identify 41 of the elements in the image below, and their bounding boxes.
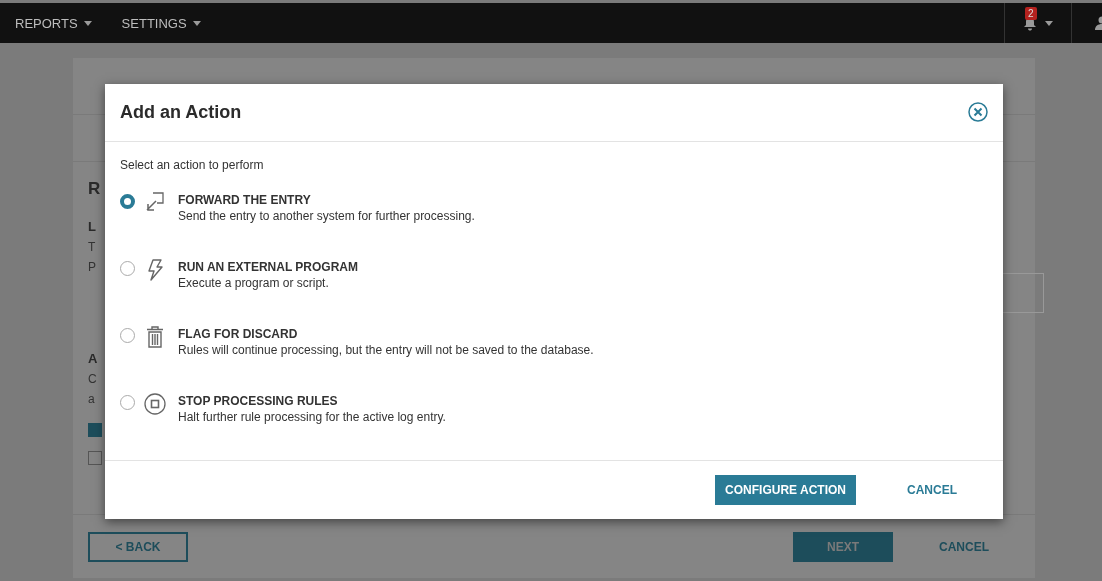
option-title: RUN AN EXTERNAL PROGRAM xyxy=(178,258,358,275)
configure-action-button[interactable]: CONFIGURE ACTION xyxy=(715,474,856,505)
prompt-text: Select an action to perform xyxy=(120,157,265,172)
nav-menu[interactable]: REPORTS xyxy=(0,15,107,31)
section-heading: R xyxy=(88,179,101,200)
checkbox[interactable] xyxy=(88,451,102,465)
label-text: L xyxy=(88,218,96,236)
caret-icon xyxy=(83,20,92,26)
description-text: a xyxy=(88,391,95,408)
nav-menu[interactable]: SETTINGS xyxy=(106,15,216,31)
notifications-button[interactable]: 2 xyxy=(1004,3,1072,43)
option-title: FORWARD THE ENTRY xyxy=(178,191,312,208)
caret-icon xyxy=(192,20,201,26)
forward-icon xyxy=(145,191,165,212)
radio-button[interactable] xyxy=(120,327,135,343)
lightning-icon xyxy=(147,258,163,281)
notification-badge: 2 xyxy=(1025,7,1037,20)
option-description: Rules will continue processing, but the entry will not be saved to the database. xyxy=(178,341,594,358)
user-icon[interactable] xyxy=(1092,16,1102,30)
cancel-button[interactable]: CANCEL xyxy=(901,481,963,498)
description-text: C xyxy=(88,371,97,388)
option-title: FLAG FOR DISCARD xyxy=(178,325,299,342)
stop-icon xyxy=(144,392,166,415)
close-button[interactable] xyxy=(968,102,988,123)
option-description: Halt further rule processing for the active log entry. xyxy=(178,408,446,425)
dialog-title: Add an Action xyxy=(120,101,242,123)
cancel-button[interactable]: CANCEL xyxy=(933,538,995,555)
label-text: A xyxy=(88,350,98,368)
description-text: T xyxy=(88,239,96,256)
description-text: P xyxy=(88,259,96,276)
radio-button[interactable] xyxy=(120,260,135,276)
option-title: STOP PROCESSING RULES xyxy=(178,392,339,409)
checkbox[interactable] xyxy=(88,423,102,437)
option-description: Execute a program or script. xyxy=(178,274,330,291)
close-icon xyxy=(968,102,988,123)
radio-button[interactable] xyxy=(120,394,135,410)
back-button[interactable]: < BACK xyxy=(88,531,188,562)
trash-icon xyxy=(146,325,164,348)
caret-icon xyxy=(1045,20,1053,26)
radio-button[interactable] xyxy=(120,193,135,209)
option-description: Send the entry to another system for further processing. xyxy=(178,207,475,224)
